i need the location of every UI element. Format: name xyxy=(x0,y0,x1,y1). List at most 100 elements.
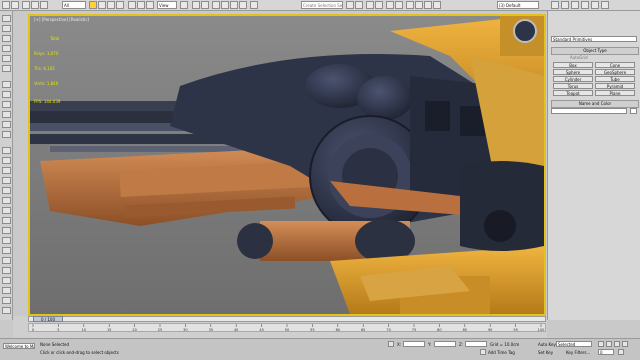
window-crossing-icon[interactable] xyxy=(116,1,124,9)
chamfer-icon[interactable] xyxy=(2,207,11,214)
relax-icon[interactable] xyxy=(2,257,11,264)
primitive-category-dropdown[interactable]: Standard Primitives xyxy=(551,36,637,42)
bind-space-warp-icon[interactable] xyxy=(40,1,48,9)
select-manipulate-icon[interactable] xyxy=(192,1,200,9)
teapot-button[interactable]: Teapot xyxy=(553,90,593,96)
go-to-start-icon[interactable] xyxy=(598,341,604,347)
bridge-icon[interactable] xyxy=(2,237,11,244)
graphite-ribbon-icon[interactable] xyxy=(375,1,383,9)
undo-icon[interactable] xyxy=(2,1,10,9)
render-frame-icon[interactable] xyxy=(424,1,432,9)
track-bar[interactable]: 0 5 10 15 20 25 30 35 40 45 50 55 60 65 70 75 80 85 90 95 10… xyxy=(28,323,546,332)
polygon-modeling-icon[interactable] xyxy=(2,25,11,32)
material-editor-icon[interactable] xyxy=(406,1,414,9)
next-frame-icon[interactable] xyxy=(622,341,628,347)
render-production-icon[interactable] xyxy=(433,1,441,9)
lock-selection-icon[interactable] xyxy=(388,341,394,347)
time-slider-thumb[interactable]: 0 / 100 xyxy=(33,316,63,322)
hierarchy-tab-icon[interactable] xyxy=(571,1,579,9)
geosphere-button[interactable]: GeoSphere xyxy=(595,69,635,75)
border-icon[interactable] xyxy=(2,111,11,118)
pivot-center-icon[interactable] xyxy=(180,1,188,9)
key-mode-dropdown[interactable]: Selected xyxy=(556,341,592,347)
edit-named-selection-icon[interactable] xyxy=(250,1,258,9)
make-planar-icon[interactable] xyxy=(2,297,11,304)
render-setup-icon[interactable] xyxy=(415,1,423,9)
swift-loop-icon[interactable] xyxy=(2,147,11,154)
target-weld-icon[interactable] xyxy=(2,227,11,234)
layer-manager-icon[interactable] xyxy=(366,1,374,9)
cap-icon[interactable] xyxy=(2,247,11,254)
modify-tab-icon[interactable] xyxy=(561,1,569,9)
inset-icon[interactable] xyxy=(2,197,11,204)
x-coordinate-field[interactable] xyxy=(403,341,425,347)
unlink-icon[interactable] xyxy=(31,1,39,9)
maxscript-listener[interactable]: Welcome to MA xyxy=(3,343,35,349)
workspace-dropdown[interactable]: (3) Default xyxy=(497,1,539,9)
z-coordinate-field[interactable] xyxy=(465,341,487,347)
select-link-icon[interactable] xyxy=(22,1,30,9)
bevel-icon[interactable] xyxy=(2,187,11,194)
edge-icon[interactable] xyxy=(2,101,11,108)
auto-key-label[interactable]: Auto Key xyxy=(538,342,556,347)
time-configuration-icon[interactable] xyxy=(618,349,624,355)
key-filters-button[interactable]: Key Filters... xyxy=(566,350,590,355)
sphere-button[interactable]: Sphere xyxy=(553,69,593,75)
scale-icon[interactable] xyxy=(146,1,154,9)
set-key-label[interactable]: Set Key xyxy=(538,350,553,355)
keyboard-shortcut-icon[interactable] xyxy=(201,1,209,9)
create-tab-icon[interactable] xyxy=(551,1,559,9)
move-icon[interactable] xyxy=(128,1,136,9)
element-icon[interactable] xyxy=(2,131,11,138)
add-time-tag[interactable]: Add Time Tag xyxy=(488,350,515,355)
polygon-icon[interactable] xyxy=(2,121,11,128)
plane-button[interactable]: Plane xyxy=(595,90,635,96)
freeform-icon[interactable] xyxy=(2,35,11,42)
play-icon[interactable] xyxy=(614,341,620,347)
angle-snap-icon[interactable] xyxy=(221,1,229,9)
pyramid-button[interactable]: Pyramid xyxy=(595,83,635,89)
name-and-color-rollout[interactable]: Name and Color xyxy=(551,100,639,108)
align-icon[interactable] xyxy=(355,1,363,9)
reference-coordinate-dropdown[interactable]: View xyxy=(157,1,177,9)
motion-tab-icon[interactable] xyxy=(581,1,589,9)
object-type-rollout[interactable]: Object Type xyxy=(551,47,639,55)
object-name-field[interactable] xyxy=(551,108,627,114)
current-frame-field[interactable]: 0 xyxy=(598,349,614,355)
time-slider[interactable] xyxy=(28,316,546,322)
object-color-swatch[interactable] xyxy=(630,108,637,114)
schematic-view-icon[interactable] xyxy=(395,1,403,9)
percent-snap-icon[interactable] xyxy=(230,1,238,9)
time-tag-icon[interactable] xyxy=(480,349,486,355)
vertex-icon[interactable] xyxy=(2,91,11,98)
select-object-icon[interactable] xyxy=(89,1,97,9)
rotate-icon[interactable] xyxy=(137,1,145,9)
redo-icon[interactable] xyxy=(11,1,19,9)
viewport-label[interactable]: [+] [Perspective] [Realistic] xyxy=(34,17,89,22)
cylinder-button[interactable]: Cylinder xyxy=(553,76,593,82)
display-tab-icon[interactable] xyxy=(591,1,599,9)
mirror-icon[interactable] xyxy=(346,1,354,9)
rectangular-selection-icon[interactable] xyxy=(107,1,115,9)
edit-poly-icon[interactable] xyxy=(2,81,11,88)
box-button[interactable]: Box xyxy=(553,62,593,68)
mesh-smooth-icon[interactable] xyxy=(2,277,11,284)
selection-filter-dropdown[interactable]: All xyxy=(62,1,86,9)
cut-icon[interactable] xyxy=(2,157,11,164)
perspective-viewport[interactable]: [+] [Perspective] [Realistic] Total Poly… xyxy=(28,14,546,316)
spaceship-model[interactable] xyxy=(30,16,544,314)
torus-button[interactable]: Torus xyxy=(553,83,593,89)
align-view-icon[interactable] xyxy=(2,307,11,314)
previous-frame-icon[interactable] xyxy=(606,341,612,347)
connect-icon[interactable] xyxy=(2,167,11,174)
object-paint-icon[interactable] xyxy=(2,55,11,62)
y-coordinate-field[interactable] xyxy=(434,341,456,347)
populate-icon[interactable] xyxy=(2,65,11,72)
selection-icon[interactable] xyxy=(2,45,11,52)
utilities-tab-icon[interactable] xyxy=(601,1,609,9)
graphite-modeling-icon[interactable] xyxy=(2,15,11,22)
tessellate-icon[interactable] xyxy=(2,287,11,294)
autogrid-checkbox[interactable]: AutoGrid xyxy=(570,55,588,60)
select-by-name-icon[interactable] xyxy=(98,1,106,9)
named-selection-set-field[interactable]: Create Selection Set xyxy=(301,1,343,9)
